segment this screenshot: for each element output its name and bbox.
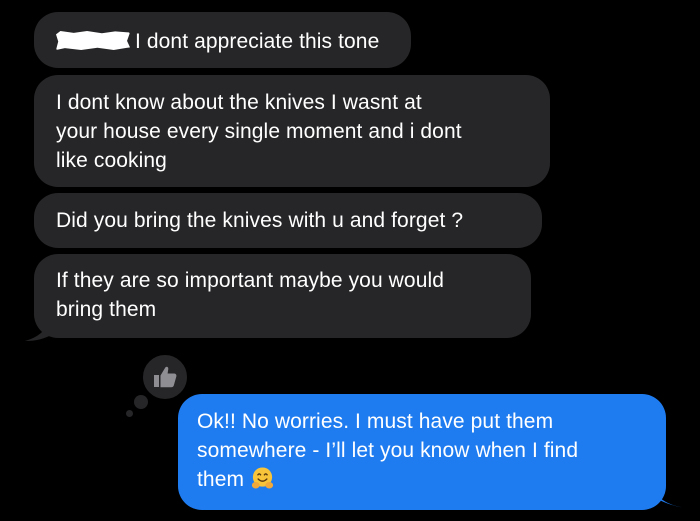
incoming-bubble-tail [25, 316, 60, 341]
message-text: I dont know about the knives I wasnt at … [56, 91, 462, 172]
message-bubble-incoming[interactable]: I dont appreciate this tone [34, 12, 411, 68]
redacted-name [56, 31, 130, 50]
message-text: I dont appreciate this tone [135, 30, 380, 53]
message-bubble-outgoing[interactable]: Ok!! No worries. I must have put them so… [178, 394, 666, 510]
message-bubble-incoming[interactable]: Did you bring the knives with u and forg… [34, 193, 542, 248]
outgoing-bubble-tail [652, 484, 686, 508]
tapback-large-dot [134, 395, 148, 409]
tapback-reaction[interactable] [140, 352, 190, 402]
hugging-face-emoji [252, 467, 274, 489]
message-bubble-incoming[interactable]: I dont know about the knives I wasnt at … [34, 75, 550, 187]
message-text: If they are so important maybe you would… [56, 269, 445, 321]
message-text: Ok!! No worries. I must have put them so… [197, 410, 579, 491]
message-text: Did you bring the knives with u and forg… [56, 209, 464, 232]
thumbs-up-icon [154, 366, 177, 388]
tapback-small-dot [126, 410, 133, 417]
message-bubble-incoming[interactable]: If they are so important maybe you would… [34, 254, 531, 338]
